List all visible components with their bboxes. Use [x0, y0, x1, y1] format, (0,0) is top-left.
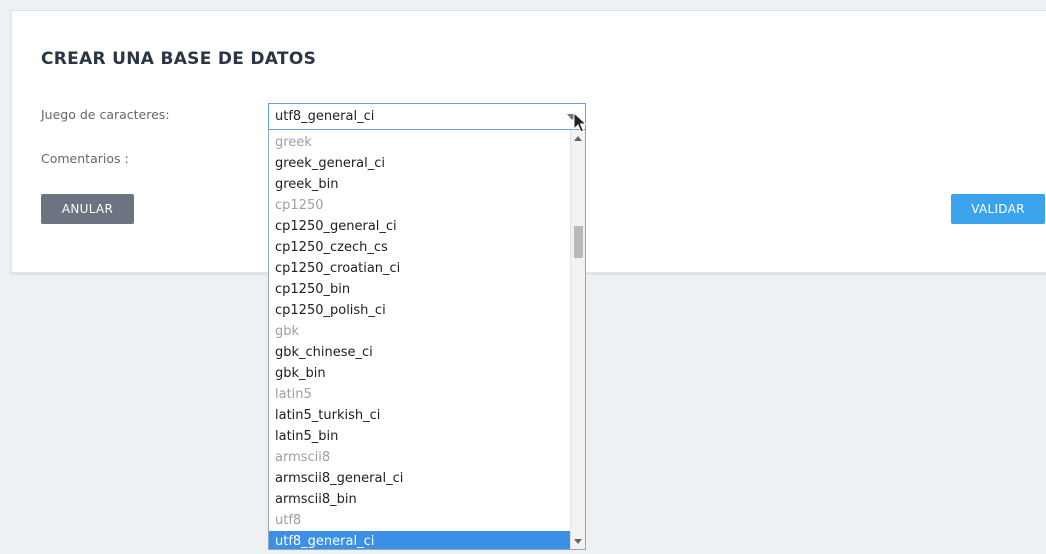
charset-option[interactable]: cp1250_polish_ci	[269, 300, 571, 321]
validate-button[interactable]: VALIDAR	[951, 194, 1045, 224]
charset-dropdown[interactable]: greek greek_general_ci greek_bin cp1250 cp12…	[268, 130, 586, 550]
option-group-latin5: latin5	[275, 387, 312, 402]
charset-option[interactable]: cp1250_croatian_ci	[269, 258, 571, 279]
charset-option[interactable]: cp1250_czech_cs	[269, 237, 571, 258]
charset-label: Juego de caracteres:	[41, 107, 170, 122]
page-title: CREAR UNA BASE DE DATOS	[41, 49, 317, 69]
charset-option[interactable]: cp1250_general_ci	[269, 216, 571, 237]
option-group-utf8: utf8	[275, 513, 302, 528]
charset-option[interactable]: latin5_turkish_ci	[269, 405, 571, 426]
charset-option[interactable]: gbk_chinese_ci	[269, 342, 571, 363]
option-group-cp1250: cp1250	[275, 198, 324, 213]
option-group-armscii8: armscii8	[275, 450, 331, 465]
dropdown-scrollbar[interactable]	[570, 130, 585, 549]
mouse-pointer-icon	[573, 112, 587, 133]
option-group-greek: greek	[275, 135, 312, 150]
charset-option[interactable]: greek_general_ci	[269, 153, 571, 174]
scroll-down-icon[interactable]	[574, 539, 582, 544]
option-group-gbk: gbk	[275, 324, 300, 339]
charset-option[interactable]: greek_bin	[269, 174, 571, 195]
scroll-up-icon[interactable]	[574, 136, 582, 141]
scrollbar-thumb[interactable]	[574, 226, 583, 258]
charset-select[interactable]: utf8_general_ci	[268, 103, 586, 130]
comments-label: Comentarios :	[41, 151, 129, 166]
cancel-button[interactable]: ANULAR	[41, 194, 134, 224]
charset-option[interactable]: gbk_bin	[269, 363, 571, 384]
charset-option[interactable]: cp1250_bin	[269, 279, 571, 300]
charset-select-value: utf8_general_ci	[275, 109, 375, 124]
charset-option[interactable]: utf8_general_ci	[269, 531, 571, 549]
page: CREAR UNA BASE DE DATOS Juego de caracte…	[0, 0, 1046, 554]
charset-option-list: greek greek_general_ci greek_bin cp1250 cp12…	[269, 132, 571, 549]
charset-option[interactable]: latin5_bin	[269, 426, 571, 447]
charset-option[interactable]: armscii8_general_ci	[269, 468, 571, 489]
charset-option[interactable]: armscii8_bin	[269, 489, 571, 510]
